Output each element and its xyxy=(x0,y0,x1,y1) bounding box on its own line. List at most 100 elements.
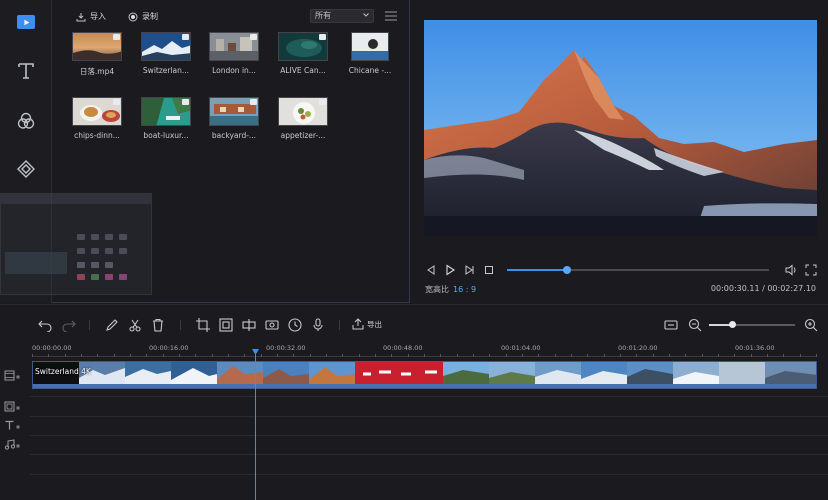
media-item-label: backyard-... xyxy=(211,131,257,140)
ruler-ticks xyxy=(32,354,817,358)
export-button[interactable]: 导出 xyxy=(352,318,382,330)
playback-controls xyxy=(411,262,828,278)
ruler-tick xyxy=(391,354,393,357)
ruler-tick xyxy=(750,354,752,357)
freeze-frame-icon[interactable] xyxy=(219,318,233,332)
ruler-tick xyxy=(489,354,491,357)
thumbnail-badge xyxy=(113,34,120,40)
microphone-icon[interactable] xyxy=(311,318,325,332)
crop-icon[interactable] xyxy=(196,318,210,332)
split-icon[interactable] xyxy=(242,318,256,332)
video-track-header[interactable] xyxy=(0,370,30,381)
zoom-out-icon[interactable] xyxy=(688,318,702,332)
video-track-clip[interactable]: Switzerland 4K xyxy=(32,361,817,389)
ruler-tick xyxy=(97,354,99,357)
ruler-tick xyxy=(146,354,148,357)
ruler-tick xyxy=(522,354,523,357)
pen-icon[interactable] xyxy=(105,318,119,332)
text-track-icon xyxy=(5,420,14,430)
import-label: 导入 xyxy=(90,12,106,21)
media-item[interactable]: ALIVE Can... xyxy=(278,32,330,75)
filters-icon xyxy=(17,112,35,129)
ruler-tick xyxy=(211,354,213,357)
filters-tab-button[interactable] xyxy=(13,108,39,134)
import-button[interactable]: 导入 xyxy=(76,11,106,22)
video-track-icon xyxy=(4,370,15,381)
text-track-header[interactable] xyxy=(0,420,30,431)
play-button[interactable] xyxy=(444,264,456,276)
clip-thumbnail-strip xyxy=(33,362,816,384)
ruler-tick xyxy=(358,354,360,357)
next-frame-button[interactable] xyxy=(463,264,475,276)
undo-icon[interactable] xyxy=(38,318,52,332)
overlay-icon xyxy=(17,160,35,178)
media-thumbnail xyxy=(72,97,122,126)
stop-button[interactable] xyxy=(483,264,495,276)
media-item-label: London in... xyxy=(212,66,256,75)
track-divider xyxy=(30,454,828,455)
previous-frame-button[interactable] xyxy=(425,264,437,276)
clip-audio-strip xyxy=(33,384,816,388)
ruler-tick xyxy=(440,354,442,357)
ruler-tick xyxy=(456,354,458,357)
progress-fill xyxy=(507,269,568,271)
ruler-tick xyxy=(277,354,278,357)
track-lock-icon[interactable] xyxy=(16,425,20,429)
media-filter-select[interactable]: 所有 xyxy=(310,9,374,23)
redo-icon[interactable] xyxy=(62,318,76,332)
list-view-icon[interactable] xyxy=(385,11,397,21)
ruler-tick xyxy=(48,354,50,357)
playback-progress-bar[interactable] xyxy=(507,266,769,274)
aspect-ratio[interactable]: 宽高比 16 : 9 xyxy=(425,284,476,295)
preview-frame xyxy=(424,20,817,236)
ruler-label: 00:01:20.00 xyxy=(618,344,658,352)
thumbnail-badge xyxy=(182,99,189,105)
ruler-tick xyxy=(375,354,376,357)
timeline[interactable]: 00:00:00.00 00:00:16.00 00:00:32.00 00:0… xyxy=(0,344,828,500)
scissors-icon[interactable] xyxy=(128,318,142,332)
ruler-tick xyxy=(799,354,801,357)
text-tab-button[interactable] xyxy=(13,58,39,84)
media-tab-button[interactable] xyxy=(13,9,39,35)
track-lock-icon[interactable] xyxy=(16,444,20,448)
volume-icon[interactable] xyxy=(785,264,797,276)
media-item[interactable]: appetizer-... xyxy=(278,97,330,140)
trash-icon[interactable] xyxy=(151,318,165,332)
media-item[interactable]: London in... xyxy=(209,32,261,75)
record-button[interactable]: 录制 xyxy=(128,11,158,22)
media-item[interactable]: Switzerlan... xyxy=(141,32,193,75)
ruler-tick xyxy=(113,354,115,357)
ruler-label: 00:00:48.00 xyxy=(383,344,423,352)
zoom-in-icon[interactable] xyxy=(804,318,818,332)
video-preview[interactable] xyxy=(424,20,817,236)
media-toolbar: 导入 录制 所有 xyxy=(52,8,410,26)
ruler-tick xyxy=(505,354,507,357)
media-item[interactable]: Chicane -... xyxy=(349,32,403,75)
mosaic-icon[interactable] xyxy=(265,318,279,332)
aspect-ratio-label: 宽高比 xyxy=(425,285,449,294)
ruler-tick xyxy=(603,354,605,357)
ruler-tick xyxy=(652,354,654,357)
fit-timeline-icon[interactable] xyxy=(664,318,678,332)
playhead[interactable] xyxy=(255,350,256,500)
music-track-header[interactable] xyxy=(0,439,30,450)
track-divider xyxy=(30,474,828,475)
overlay-track-header[interactable] xyxy=(0,401,30,412)
media-item[interactable]: chips-dinn... xyxy=(72,97,124,140)
track-lock-icon[interactable] xyxy=(16,406,20,410)
ruler-label: 00:00:16.00 xyxy=(149,344,189,352)
overlays-tab-button[interactable] xyxy=(13,156,39,182)
zoom-slider[interactable] xyxy=(709,321,795,328)
media-item[interactable]: boat-luxur... xyxy=(141,97,193,140)
ruler-label: 00:01:36.00 xyxy=(735,344,775,352)
ruler-tick xyxy=(620,354,621,357)
fullscreen-icon[interactable] xyxy=(805,264,817,276)
media-item-label: chips-dinn... xyxy=(74,131,120,140)
thumbnail-badge xyxy=(182,34,189,40)
track-lock-icon[interactable] xyxy=(16,375,20,379)
media-item[interactable]: 日落.mp4 xyxy=(72,32,124,77)
media-item[interactable]: backyard-... xyxy=(209,97,261,140)
progress-handle[interactable] xyxy=(563,266,572,274)
clock-icon[interactable] xyxy=(288,318,302,332)
zoom-handle[interactable] xyxy=(728,321,736,328)
